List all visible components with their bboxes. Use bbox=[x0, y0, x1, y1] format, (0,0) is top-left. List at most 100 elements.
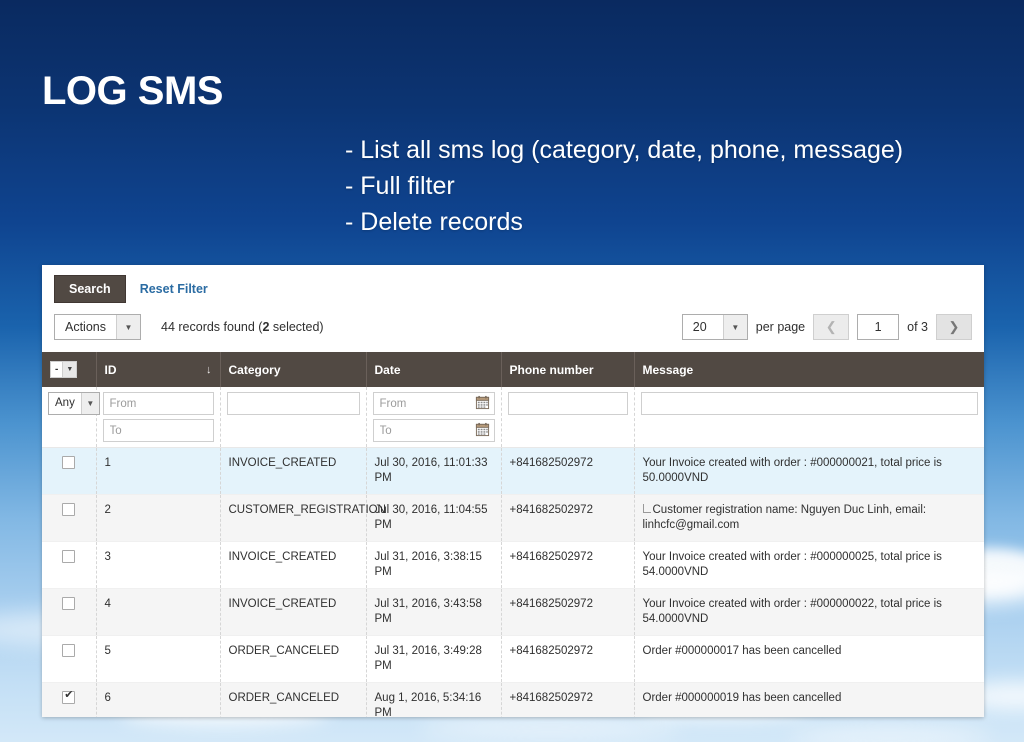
actions-dropdown-value: Actions bbox=[55, 315, 116, 339]
cell-id: 2 bbox=[96, 495, 220, 542]
filter-any-dropdown[interactable]: Any ▼ bbox=[48, 392, 100, 415]
header-date[interactable]: Date bbox=[366, 352, 501, 387]
sms-log-grid-card: Search Reset Filter Actions ▼ 44 records… bbox=[42, 265, 984, 717]
cell-id: 6 bbox=[96, 683, 220, 718]
row-checkbox[interactable] bbox=[62, 644, 75, 657]
filter-category-input[interactable] bbox=[227, 392, 360, 415]
cell-id: 3 bbox=[96, 542, 220, 589]
cell-date: Jul 31, 2016, 3:43:58 PM bbox=[366, 589, 501, 636]
header-id-label: ID bbox=[105, 363, 117, 377]
sort-descending-icon: ↓ bbox=[206, 364, 212, 376]
chevron-down-icon[interactable]: ▼ bbox=[81, 393, 99, 414]
cell-category: ORDER_CANCELED bbox=[220, 683, 366, 718]
table-filter-row: Any ▼ bbox=[42, 387, 984, 448]
cell-date: Jul 30, 2016, 11:01:33 PM bbox=[366, 448, 501, 495]
cell-phone: +841682502972 bbox=[501, 448, 634, 495]
chevron-down-icon[interactable]: ▼ bbox=[723, 315, 747, 339]
records-suffix: selected) bbox=[269, 320, 323, 334]
grid-toolbar-top: Search Reset Filter bbox=[42, 265, 984, 303]
cell-category: INVOICE_CREATED bbox=[220, 448, 366, 495]
table-row[interactable]: 3INVOICE_CREATEDJul 31, 2016, 3:38:15 PM… bbox=[42, 542, 984, 589]
bullet-item: - List all sms log (category, date, phon… bbox=[345, 132, 903, 168]
filter-message-cell bbox=[634, 387, 984, 448]
header-select-all-cell: - ▼ bbox=[42, 352, 96, 387]
cell-date: Jul 30, 2016, 11:04:55 PM bbox=[366, 495, 501, 542]
records-prefix: 44 records found ( bbox=[161, 320, 262, 334]
table-header-row: - ▼ ID ↓ Category Date Phone number Mess… bbox=[42, 352, 984, 387]
table-row[interactable]: 6ORDER_CANCELEDAug 1, 2016, 5:34:16 PM+8… bbox=[42, 683, 984, 718]
chevron-down-icon[interactable]: ▼ bbox=[116, 315, 140, 339]
cloud-shape bbox=[790, 726, 990, 742]
cell-category: INVOICE_CREATED bbox=[220, 589, 366, 636]
cell-phone: +841682502972 bbox=[501, 683, 634, 718]
per-page-dropdown[interactable]: 20 ▼ bbox=[682, 314, 748, 340]
row-checkbox-cell bbox=[42, 542, 96, 589]
cell-id: 1 bbox=[96, 448, 220, 495]
table-row[interactable]: 5ORDER_CANCELEDJul 31, 2016, 3:49:28 PM+… bbox=[42, 636, 984, 683]
total-pages-label: of 3 bbox=[907, 320, 928, 334]
filter-phone-cell bbox=[501, 387, 634, 448]
cloud-shape bbox=[420, 716, 680, 738]
calendar-icon[interactable] bbox=[475, 422, 491, 438]
records-found-text: 44 records found (2 selected) bbox=[161, 320, 324, 334]
header-category[interactable]: Category bbox=[220, 352, 366, 387]
previous-page-button[interactable]: ❮ bbox=[813, 314, 849, 340]
filter-any-cell: Any ▼ bbox=[42, 387, 96, 448]
cell-date: Jul 31, 2016, 3:49:28 PM bbox=[366, 636, 501, 683]
page-title: LOG SMS bbox=[42, 71, 223, 111]
cell-message: Your Invoice created with order : #00000… bbox=[634, 542, 984, 589]
table-row[interactable]: 1INVOICE_CREATEDJul 30, 2016, 11:01:33 P… bbox=[42, 448, 984, 495]
per-page-value: 20 bbox=[683, 315, 723, 339]
grid-toolbar-actions: Actions ▼ 44 records found (2 selected) … bbox=[42, 303, 984, 340]
bullet-item: - Full filter bbox=[345, 168, 903, 204]
filter-date-cell bbox=[366, 387, 501, 448]
next-page-button[interactable]: ❯ bbox=[936, 314, 972, 340]
row-checkbox[interactable] bbox=[62, 550, 75, 563]
filter-message-input[interactable] bbox=[641, 392, 979, 415]
chevron-left-icon: ❮ bbox=[826, 319, 837, 335]
row-checkbox-cell bbox=[42, 448, 96, 495]
calendar-icon[interactable] bbox=[475, 395, 491, 411]
cell-message: Order #000000019 has been cancelled bbox=[634, 683, 984, 718]
header-message[interactable]: Message bbox=[634, 352, 984, 387]
chevron-down-icon[interactable]: ▼ bbox=[62, 362, 76, 377]
page-number-input[interactable] bbox=[857, 314, 899, 340]
row-checkbox[interactable] bbox=[62, 503, 75, 516]
filter-id-from-input[interactable] bbox=[103, 392, 214, 415]
cell-id: 4 bbox=[96, 589, 220, 636]
table-row[interactable]: 2CUSTOMER_REGISTRATIONJul 30, 2016, 11:0… bbox=[42, 495, 984, 542]
cell-phone: +841682502972 bbox=[501, 495, 634, 542]
cell-date: Jul 31, 2016, 3:38:15 PM bbox=[366, 542, 501, 589]
header-phone[interactable]: Phone number bbox=[501, 352, 634, 387]
search-button[interactable]: Search bbox=[54, 275, 126, 303]
select-all-value: - bbox=[51, 362, 62, 377]
filter-id-to-input[interactable] bbox=[103, 419, 214, 442]
cell-phone: +841682502972 bbox=[501, 589, 634, 636]
cell-message: Order #000000017 has been cancelled bbox=[634, 636, 984, 683]
cell-date: Aug 1, 2016, 5:34:16 PM bbox=[366, 683, 501, 718]
filter-any-value: Any bbox=[49, 393, 81, 414]
cell-category: INVOICE_CREATED bbox=[220, 542, 366, 589]
cell-message: Your Invoice created with order : #00000… bbox=[634, 589, 984, 636]
cell-id: 5 bbox=[96, 636, 220, 683]
select-all-dropdown[interactable]: - ▼ bbox=[50, 361, 77, 378]
row-checkbox[interactable] bbox=[62, 691, 75, 704]
message-bracket-artifact bbox=[643, 504, 651, 513]
cell-message: Customer registration name: Nguyen Duc L… bbox=[634, 495, 984, 542]
actions-dropdown[interactable]: Actions ▼ bbox=[54, 314, 141, 340]
chevron-right-icon: ❯ bbox=[949, 319, 960, 335]
filter-phone-input[interactable] bbox=[508, 392, 628, 415]
row-checkbox[interactable] bbox=[62, 597, 75, 610]
row-checkbox-cell bbox=[42, 589, 96, 636]
cell-message: Your Invoice created with order : #00000… bbox=[634, 448, 984, 495]
row-checkbox-cell bbox=[42, 495, 96, 542]
filter-id-cell bbox=[96, 387, 220, 448]
table-row[interactable]: 4INVOICE_CREATEDJul 31, 2016, 3:43:58 PM… bbox=[42, 589, 984, 636]
reset-filter-link[interactable]: Reset Filter bbox=[140, 282, 208, 296]
cell-category: ORDER_CANCELED bbox=[220, 636, 366, 683]
row-checkbox-cell bbox=[42, 636, 96, 683]
header-id[interactable]: ID ↓ bbox=[96, 352, 220, 387]
sms-log-table: - ▼ ID ↓ Category Date Phone number Mess… bbox=[42, 352, 984, 717]
row-checkbox[interactable] bbox=[62, 456, 75, 469]
feature-bullet-list: - List all sms log (category, date, phon… bbox=[345, 132, 903, 240]
